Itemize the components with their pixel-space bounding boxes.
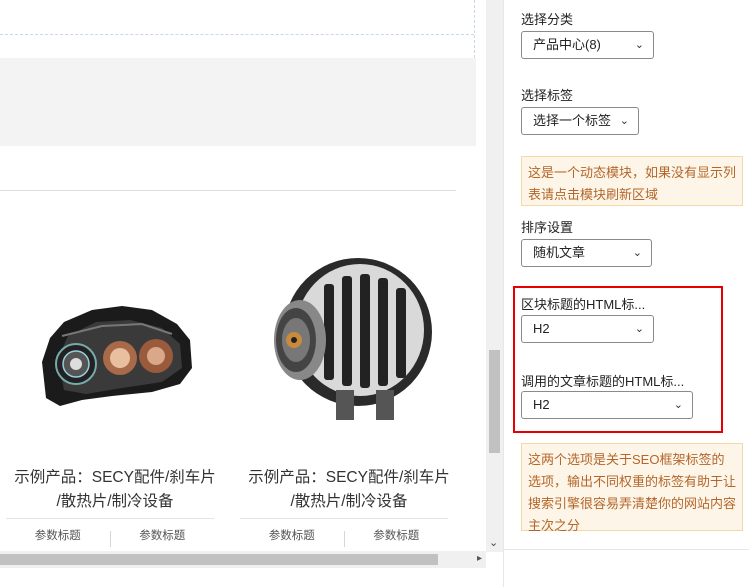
horizontal-scrollbar[interactable]: ▸ [0, 551, 486, 568]
panel-bottom-divider [504, 549, 749, 550]
product-title-line1[interactable]: 示例产品：SECY配件/刹车片 [2, 466, 228, 490]
post-title-html-select[interactable]: H2 ⌄ [521, 391, 693, 419]
divider-line [0, 190, 456, 191]
product-image-headlight[interactable] [2, 240, 228, 440]
param-title-right: 参数标题 [139, 530, 186, 542]
product-title-line2[interactable]: /散热片/制冷设备 [236, 490, 462, 514]
dynamic-module-note: 这是一个动态模块，如果没有显示列表请点击模块刷新区域 [521, 156, 743, 206]
module-dashed-border [0, 34, 474, 35]
tag-select[interactable]: 选择一个标签 ⌄ [521, 107, 639, 135]
chevron-down-icon: ⌄ [632, 247, 642, 259]
vertical-scrollbar[interactable]: ⌄ [486, 0, 503, 552]
category-select-value: 产品中心(8) [533, 37, 601, 52]
param-title-left: 参数标题 [268, 530, 315, 542]
tag-label: 选择标签 [521, 88, 574, 103]
seo-note: 这两个选项是关于SEO框架标签的选项，输出不同权重的标签有助于让搜索引擎很容易弄… [521, 443, 743, 533]
chevron-down-icon: ⌄ [634, 323, 644, 335]
horizontal-scrollbar-thumb[interactable] [0, 554, 438, 565]
module-dashed-border-side [474, 0, 475, 58]
product-title[interactable]: 示例产品：SECY配件/刹车片 /散热片/制冷设备 [236, 466, 462, 514]
post-title-html-label: 调用的文章标题的HTML标... [521, 374, 685, 389]
settings-panel: 选择分类 产品中心(8) ⌄ 选择标签 选择一个标签 ⌄ 这是一个动态模块，如果… [503, 0, 749, 587]
category-select[interactable]: 产品中心(8) ⌄ [521, 31, 654, 59]
top-module-area[interactable] [0, 0, 476, 58]
product-title-line2[interactable]: /散热片/制冷设备 [2, 490, 228, 514]
tag-select-value: 选择一个标签 [533, 113, 612, 128]
product-image-alternator[interactable] [236, 240, 462, 440]
product-title-line1[interactable]: 示例产品：SECY配件/刹车片 [236, 466, 462, 490]
chevron-down-icon: ⌄ [673, 399, 683, 411]
section-gray-band [0, 58, 476, 146]
sort-label: 排序设置 [521, 220, 574, 235]
page-preview-canvas: 示例产品：SECY配件/刹车片 /散热片/制冷设备 参数标题 参数标题 示例产品… [0, 0, 486, 568]
vertical-scrollbar-thumb[interactable] [489, 350, 500, 453]
product-params-row: 参数标题 参数标题 [6, 518, 214, 549]
product-title[interactable]: 示例产品：SECY配件/刹车片 /散热片/制冷设备 [2, 466, 228, 514]
chevron-down-icon: ⌄ [619, 115, 629, 127]
scroll-down-arrow-icon[interactable]: ⌄ [489, 536, 498, 549]
product-params-row: 参数标题 参数标题 [240, 518, 448, 549]
category-label: 选择分类 [521, 12, 574, 27]
sort-select[interactable]: 随机文章 ⌄ [521, 239, 652, 267]
param-title-left: 参数标题 [34, 530, 81, 542]
chevron-down-icon: ⌄ [634, 39, 644, 51]
block-title-html-select[interactable]: H2 ⌄ [521, 315, 654, 343]
block-title-html-label: 区块标题的HTML标... [521, 297, 646, 312]
scroll-right-arrow-icon[interactable]: ▸ [477, 553, 482, 564]
block-title-html-value: H2 [533, 321, 550, 336]
sort-select-value: 随机文章 [533, 245, 586, 260]
post-title-html-value: H2 [533, 397, 550, 412]
param-title-right: 参数标题 [373, 530, 420, 542]
